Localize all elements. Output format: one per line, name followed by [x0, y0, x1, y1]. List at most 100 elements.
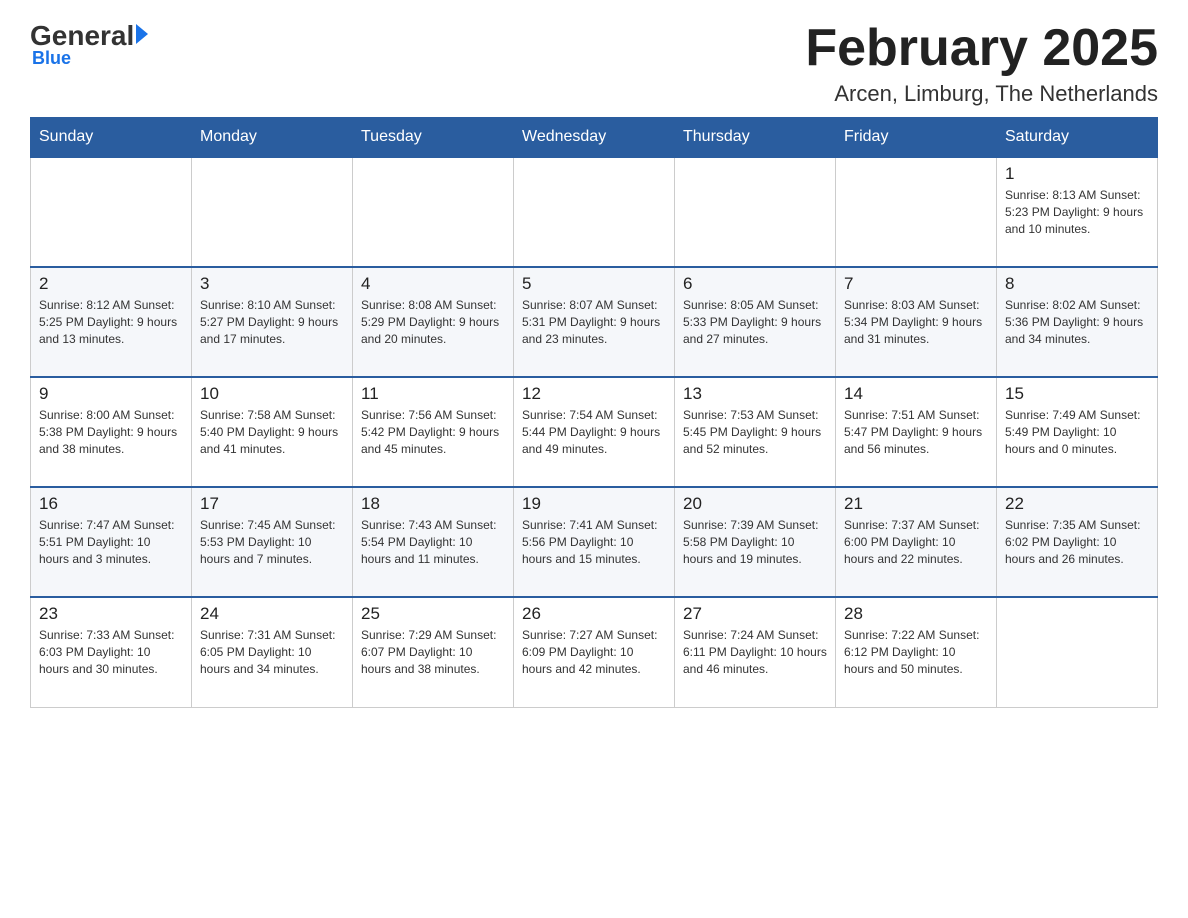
day-info: Sunrise: 7:47 AM Sunset: 5:51 PM Dayligh…: [39, 517, 183, 567]
calendar-cell: 24Sunrise: 7:31 AM Sunset: 6:05 PM Dayli…: [192, 597, 353, 707]
day-number: 3: [200, 274, 344, 294]
calendar-cell: 3 Sunrise: 8:10 AM Sunset: 5:27 PM Daylig…: [192, 267, 353, 377]
calendar-cell: 22Sunrise: 7:35 AM Sunset: 6:02 PM Dayli…: [997, 487, 1158, 597]
day-info: Sunrise: 7:24 AM Sunset: 6:11 PM Dayligh…: [683, 627, 827, 677]
calendar-cell: 23 Sunrise: 7:33 AM Sunset: 6:03 PM Dayli…: [31, 597, 192, 707]
day-number: 6: [683, 274, 827, 294]
calendar-cell: 25 Sunrise: 7:29 AM Sunset: 6:07 PM Dayli…: [353, 597, 514, 707]
day-number: 17: [200, 494, 344, 514]
week-row-4: 16Sunrise: 7:47 AM Sunset: 5:51 PM Dayli…: [31, 487, 1158, 597]
day-number: 23: [39, 604, 183, 624]
calendar-cell: 8 Sunrise: 8:02 AM Sunset: 5:36 PM Daylig…: [997, 267, 1158, 377]
day-number: 1: [1005, 164, 1149, 184]
day-info: Sunrise: 7:58 AM Sunset: 5:40 PM Dayligh…: [200, 407, 344, 457]
title-block: February 2025 Arcen, Limburg, The Nether…: [805, 20, 1158, 107]
day-info: Sunrise: 7:27 AM Sunset: 6:09 PM Dayligh…: [522, 627, 666, 677]
logo-arrow-icon: [136, 24, 148, 44]
calendar-cell: 4 Sunrise: 8:08 AM Sunset: 5:29 PM Daylig…: [353, 267, 514, 377]
day-number: 21: [844, 494, 988, 514]
header-thursday: Thursday: [675, 118, 836, 158]
calendar-cell: [514, 157, 675, 267]
header-monday: Monday: [192, 118, 353, 158]
calendar-cell: [836, 157, 997, 267]
calendar-cell: 20 Sunrise: 7:39 AM Sunset: 5:58 PM Dayli…: [675, 487, 836, 597]
header-tuesday: Tuesday: [353, 118, 514, 158]
calendar-cell: 2Sunrise: 8:12 AM Sunset: 5:25 PM Daylig…: [31, 267, 192, 377]
day-info: Sunrise: 8:03 AM Sunset: 5:34 PM Dayligh…: [844, 297, 988, 347]
calendar-cell: 9 Sunrise: 8:00 AM Sunset: 5:38 PM Daylig…: [31, 377, 192, 487]
calendar-cell: 14Sunrise: 7:51 AM Sunset: 5:47 PM Dayli…: [836, 377, 997, 487]
day-number: 15: [1005, 384, 1149, 404]
day-info: Sunrise: 8:00 AM Sunset: 5:38 PM Dayligh…: [39, 407, 183, 457]
header-saturday: Saturday: [997, 118, 1158, 158]
month-title: February 2025: [805, 20, 1158, 77]
calendar-cell: 11 Sunrise: 7:56 AM Sunset: 5:42 PM Dayli…: [353, 377, 514, 487]
day-number: 25: [361, 604, 505, 624]
day-number: 19: [522, 494, 666, 514]
day-info: Sunrise: 7:53 AM Sunset: 5:45 PM Dayligh…: [683, 407, 827, 457]
day-info: Sunrise: 7:39 AM Sunset: 5:58 PM Dayligh…: [683, 517, 827, 567]
day-info: Sunrise: 8:13 AM Sunset: 5:23 PM Dayligh…: [1005, 187, 1149, 237]
location-subtitle: Arcen, Limburg, The Netherlands: [805, 81, 1158, 107]
day-number: 10: [200, 384, 344, 404]
day-number: 14: [844, 384, 988, 404]
day-number: 11: [361, 384, 505, 404]
day-info: Sunrise: 7:37 AM Sunset: 6:00 PM Dayligh…: [844, 517, 988, 567]
calendar-cell: [997, 597, 1158, 707]
calendar-cell: 1 Sunrise: 8:13 AM Sunset: 5:23 PM Daylig…: [997, 157, 1158, 267]
day-number: 9: [39, 384, 183, 404]
day-number: 12: [522, 384, 666, 404]
week-row-2: 2Sunrise: 8:12 AM Sunset: 5:25 PM Daylig…: [31, 267, 1158, 377]
calendar-cell: [31, 157, 192, 267]
day-number: 20: [683, 494, 827, 514]
day-number: 13: [683, 384, 827, 404]
day-info: Sunrise: 8:07 AM Sunset: 5:31 PM Dayligh…: [522, 297, 666, 347]
day-info: Sunrise: 7:22 AM Sunset: 6:12 PM Dayligh…: [844, 627, 988, 677]
calendar-cell: [353, 157, 514, 267]
day-info: Sunrise: 8:02 AM Sunset: 5:36 PM Dayligh…: [1005, 297, 1149, 347]
week-row-3: 9 Sunrise: 8:00 AM Sunset: 5:38 PM Daylig…: [31, 377, 1158, 487]
day-number: 22: [1005, 494, 1149, 514]
logo: General Blue: [30, 20, 148, 69]
calendar-table: SundayMondayTuesdayWednesdayThursdayFrid…: [30, 117, 1158, 708]
day-info: Sunrise: 7:41 AM Sunset: 5:56 PM Dayligh…: [522, 517, 666, 567]
calendar-cell: 15 Sunrise: 7:49 AM Sunset: 5:49 PM Dayli…: [997, 377, 1158, 487]
day-info: Sunrise: 7:56 AM Sunset: 5:42 PM Dayligh…: [361, 407, 505, 457]
calendar-cell: 28 Sunrise: 7:22 AM Sunset: 6:12 PM Dayli…: [836, 597, 997, 707]
day-info: Sunrise: 7:43 AM Sunset: 5:54 PM Dayligh…: [361, 517, 505, 567]
calendar-header: SundayMondayTuesdayWednesdayThursdayFrid…: [31, 118, 1158, 158]
day-info: Sunrise: 7:33 AM Sunset: 6:03 PM Dayligh…: [39, 627, 183, 677]
calendar-cell: 19 Sunrise: 7:41 AM Sunset: 5:56 PM Dayli…: [514, 487, 675, 597]
calendar-cell: 21 Sunrise: 7:37 AM Sunset: 6:00 PM Dayli…: [836, 487, 997, 597]
calendar-cell: [192, 157, 353, 267]
calendar-cell: 18 Sunrise: 7:43 AM Sunset: 5:54 PM Dayli…: [353, 487, 514, 597]
header-friday: Friday: [836, 118, 997, 158]
day-number: 8: [1005, 274, 1149, 294]
calendar-cell: 7 Sunrise: 8:03 AM Sunset: 5:34 PM Daylig…: [836, 267, 997, 377]
day-info: Sunrise: 7:49 AM Sunset: 5:49 PM Dayligh…: [1005, 407, 1149, 457]
header-wednesday: Wednesday: [514, 118, 675, 158]
day-number: 7: [844, 274, 988, 294]
header-row: SundayMondayTuesdayWednesdayThursdayFrid…: [31, 118, 1158, 158]
calendar-cell: 13 Sunrise: 7:53 AM Sunset: 5:45 PM Dayli…: [675, 377, 836, 487]
calendar-cell: 5 Sunrise: 8:07 AM Sunset: 5:31 PM Daylig…: [514, 267, 675, 377]
day-number: 18: [361, 494, 505, 514]
day-number: 4: [361, 274, 505, 294]
logo-blue: Blue: [32, 48, 71, 69]
calendar-cell: 12Sunrise: 7:54 AM Sunset: 5:44 PM Dayli…: [514, 377, 675, 487]
day-info: Sunrise: 7:29 AM Sunset: 6:07 PM Dayligh…: [361, 627, 505, 677]
day-info: Sunrise: 8:10 AM Sunset: 5:27 PM Dayligh…: [200, 297, 344, 347]
calendar-cell: [675, 157, 836, 267]
week-row-5: 23 Sunrise: 7:33 AM Sunset: 6:03 PM Dayli…: [31, 597, 1158, 707]
day-number: 27: [683, 604, 827, 624]
calendar-cell: 10 Sunrise: 7:58 AM Sunset: 5:40 PM Dayli…: [192, 377, 353, 487]
header-sunday: Sunday: [31, 118, 192, 158]
calendar-cell: 16Sunrise: 7:47 AM Sunset: 5:51 PM Dayli…: [31, 487, 192, 597]
day-number: 28: [844, 604, 988, 624]
calendar-cell: 17Sunrise: 7:45 AM Sunset: 5:53 PM Dayli…: [192, 487, 353, 597]
week-row-1: 1 Sunrise: 8:13 AM Sunset: 5:23 PM Daylig…: [31, 157, 1158, 267]
day-info: Sunrise: 8:05 AM Sunset: 5:33 PM Dayligh…: [683, 297, 827, 347]
day-info: Sunrise: 8:08 AM Sunset: 5:29 PM Dayligh…: [361, 297, 505, 347]
day-number: 5: [522, 274, 666, 294]
day-number: 2: [39, 274, 183, 294]
